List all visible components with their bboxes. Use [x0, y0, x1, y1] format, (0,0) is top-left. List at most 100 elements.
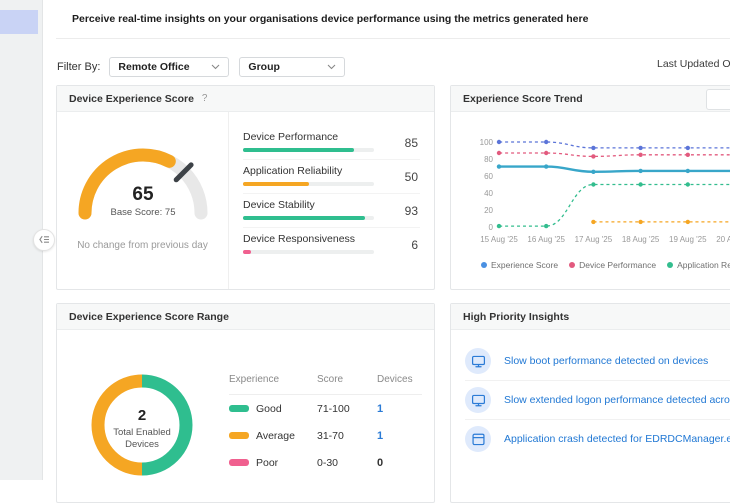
help-icon[interactable]: ?: [202, 93, 208, 104]
metric-value: 50: [404, 169, 418, 184]
metric-label: Device Stability: [243, 199, 315, 211]
experience-label: Average: [256, 429, 295, 442]
metric-bar-fill: [243, 182, 309, 186]
metric-bar-fill: [243, 216, 365, 220]
metric-bar-track: [243, 182, 374, 186]
metric-bar-fill: [243, 148, 355, 152]
column-header: Experience: [229, 374, 280, 385]
experience-label: Poor: [256, 456, 279, 469]
trend-data-point: [544, 223, 549, 229]
trend-data-point: [638, 145, 643, 151]
insight-link[interactable]: Slow extended logon performance detected…: [504, 394, 730, 406]
chevron-down-icon: [327, 61, 336, 73]
remote-office-value: Remote Office: [118, 61, 190, 73]
svg-text:17 Aug '25: 17 Aug '25: [575, 235, 613, 244]
trend-data-point: [496, 223, 502, 229]
trend-data-point: [685, 168, 690, 174]
trend-data-point: [544, 150, 549, 156]
table-row: Average 31-70 1: [229, 422, 422, 449]
svg-text:15 Aug '25: 15 Aug '25: [480, 235, 518, 244]
metric-bar-track: [243, 148, 374, 152]
card-header: Experience Score Trend: [451, 86, 730, 112]
insight-link[interactable]: Slow boot performance detected on device…: [504, 355, 708, 367]
svg-text:60: 60: [484, 172, 493, 181]
experience-color-swatch: [229, 405, 249, 412]
table-header-row: Experience Score Devices: [229, 374, 422, 395]
svg-text:0: 0: [489, 223, 494, 232]
trend-data-point: [685, 152, 690, 157]
trend-data-point: [496, 150, 502, 156]
devices-count[interactable]: 1: [377, 403, 422, 415]
chevron-down-icon: [211, 61, 220, 73]
card-header: High Priority Insights: [451, 304, 730, 330]
experience-label: Good: [256, 402, 282, 415]
device-experience-score-card: Device Experience Score ? 65 Base Score: …: [56, 85, 435, 290]
metric-row: Device Performance 85: [243, 126, 420, 160]
score-range: 71-100: [317, 402, 350, 415]
trend-series-line: [499, 152, 730, 158]
experience-color-swatch: [229, 432, 249, 439]
score-range-table: Experience Score Devices Good 71-100 1 Aver…: [227, 330, 434, 488]
trend-data-point: [591, 154, 596, 159]
gauge-score: 65: [132, 184, 154, 205]
trend-data-point: [638, 168, 643, 174]
trend-data-point: [544, 139, 549, 145]
svg-text:20 Aug '25: 20 Aug '25: [716, 235, 730, 244]
legend-item[interactable]: Application Reliability: [667, 260, 730, 270]
trend-line-chart: 100 80 60 40 20 0 15 Aug '25 16 Aug '25 17 Aug '…: [480, 138, 730, 244]
devices-count: 0: [377, 456, 384, 469]
device-experience-score-range-card: Device Experience Score Range 2 Total Ena…: [56, 303, 435, 503]
devices-count[interactable]: 1: [377, 430, 422, 442]
card-header: Device Experience Score ?: [57, 86, 434, 112]
metric-row: Device Responsiveness 6: [243, 228, 420, 261]
trend-range-selector[interactable]: [706, 89, 730, 110]
metric-label: Application Reliability: [243, 165, 343, 177]
gauge-note: No change from previous day: [77, 240, 208, 251]
insight-item[interactable]: Application crash detected for EDRDCMana…: [465, 420, 730, 458]
score-gauge: 65 Base Score: 75 No change from previous…: [57, 112, 229, 289]
page-description: Perceive real-time insights on your orga…: [72, 13, 589, 25]
trend-data-point: [591, 169, 596, 174]
score-range: 0-30: [317, 456, 339, 469]
trend-data-point: [638, 219, 643, 225]
donut-total: 2: [138, 407, 146, 424]
sidebar-collapse-button[interactable]: [33, 229, 55, 251]
insight-item[interactable]: Slow boot performance detected on device…: [465, 342, 730, 381]
donut-label: Total Enabled: [113, 427, 171, 438]
insight-link[interactable]: Application crash detected for EDRDCMana…: [504, 433, 730, 445]
legend-item[interactable]: Device Performance: [569, 260, 656, 270]
trend-series-line: [498, 165, 730, 174]
legend-item[interactable]: Experience Score: [481, 260, 558, 270]
experience-score-trend-card: Experience Score Trend 100 80 60 40 20 0 15 Au…: [450, 85, 730, 290]
score-metrics-list: Device Performance 85 Application Reliabil…: [229, 112, 434, 289]
metric-label: Device Performance: [243, 131, 339, 143]
donut-segment: [91, 374, 143, 476]
trend-data-point: [638, 152, 643, 157]
group-dropdown[interactable]: Group: [239, 57, 346, 77]
sidebar-active-item[interactable]: [0, 10, 38, 34]
trend-data-point: [591, 219, 596, 225]
card-title: Device Experience Score Range: [69, 310, 229, 323]
metric-row: Application Reliability 50: [243, 160, 420, 194]
donut-label: Devices: [125, 439, 159, 450]
remote-office-dropdown[interactable]: Remote Office: [109, 57, 230, 77]
svg-text:80: 80: [484, 155, 493, 164]
trend-series-line: [499, 141, 730, 149]
experience-color-swatch: [229, 459, 249, 466]
card-title: High Priority Insights: [463, 310, 570, 323]
trend-data-point: [496, 164, 502, 169]
metric-value: 93: [404, 203, 418, 218]
trend-series-line: [499, 183, 730, 227]
metric-bar-fill: [243, 250, 251, 254]
legend-dot-icon: [481, 262, 487, 268]
legend-label: Device Performance: [579, 260, 657, 270]
insight-item[interactable]: Slow extended logon performance detected…: [465, 381, 730, 420]
group-value: Group: [248, 61, 280, 73]
table-row: Good 71-100 1: [229, 395, 422, 422]
trend-data-point: [638, 182, 643, 187]
filter-bar: Filter By: Remote Office Group: [57, 56, 355, 78]
top-divider: [56, 38, 730, 39]
legend-dot-icon: [569, 262, 576, 268]
monitor-icon: [465, 387, 491, 413]
trend-data-point: [685, 145, 690, 151]
